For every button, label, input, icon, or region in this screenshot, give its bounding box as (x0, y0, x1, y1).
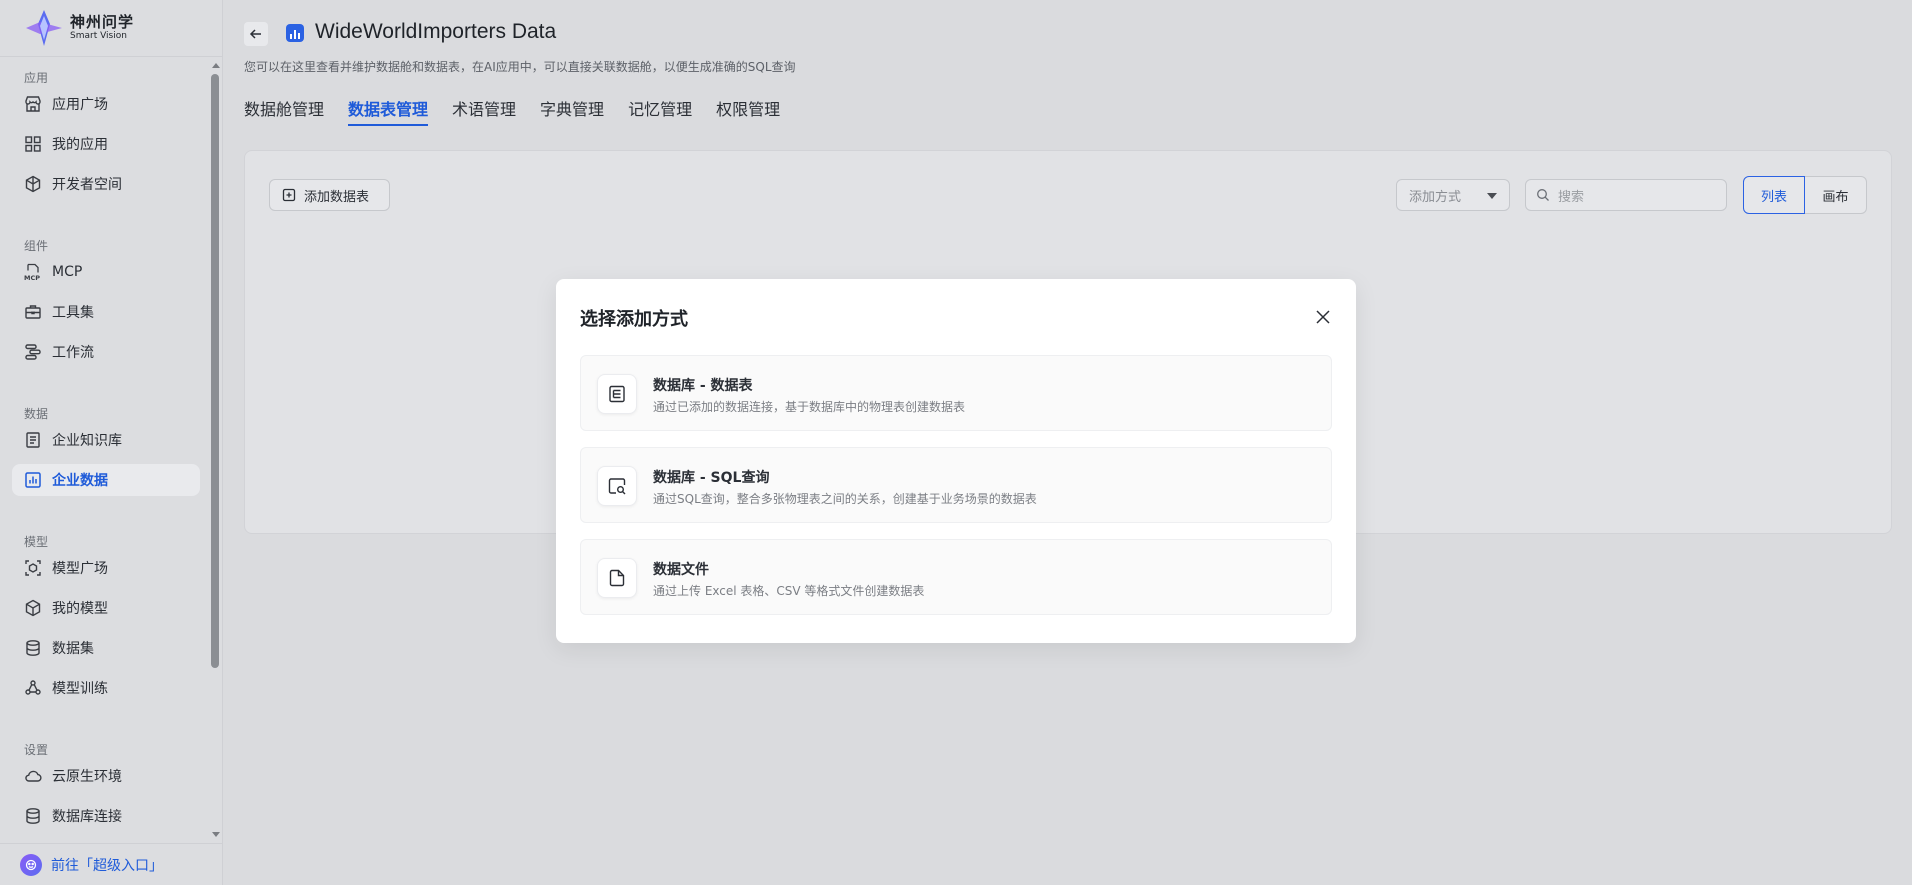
database-icon (26, 640, 40, 656)
db-connection-icon (26, 808, 40, 824)
add-mode-placeholder: 添加方式 (1409, 189, 1462, 205)
book-icon (26, 432, 40, 448)
grid-icon (25, 136, 41, 152)
search-input[interactable]: 搜索 (1525, 179, 1727, 211)
sidebar-item-my-models[interactable]: 我的模型 (12, 592, 200, 624)
sidebar-item-developer-space[interactable]: 开发者空间 (12, 168, 200, 200)
cube-cluster-icon (25, 175, 41, 193)
tab-terminology[interactable]: 术语管理 (452, 96, 516, 124)
sidebar-item-label: 数据集 (52, 641, 94, 657)
workflow-icon (25, 344, 41, 360)
tab-memory[interactable]: 记忆管理 (628, 96, 692, 124)
tab-permission[interactable]: 权限管理 (716, 96, 780, 124)
option-sql-query[interactable]: 数据库 - SQL查询 通过SQL查询，整合多张物理表之间的关系，创建基于业务场… (580, 447, 1332, 523)
scroll-up-arrow[interactable] (212, 63, 220, 68)
caret-down-icon (1487, 193, 1497, 199)
plus-square-icon (282, 188, 296, 202)
tab-dictionary[interactable]: 字典管理 (540, 96, 604, 124)
svg-text:MCP: MCP (24, 274, 40, 281)
section-title-data: 数据 (24, 407, 49, 421)
file-icon (597, 558, 637, 598)
option-db-table[interactable]: 数据库 - 数据表 通过已添加的数据连接，基于数据库中的物理表创建数据表 (580, 355, 1332, 431)
sidebar-item-cloud-native[interactable]: 云原生环境 (12, 760, 200, 792)
option-desc: 通过SQL查询，整合多张物理表之间的关系，创建基于业务场景的数据表 (653, 492, 1037, 506)
page-description: 您可以在这里查看并维护数据舱和数据表，在AI应用中，可以直接关联数据舱，以便生成… (244, 60, 796, 74)
bar-chart-icon (25, 472, 41, 488)
brand[interactable]: 神州问学 Smart Vision (0, 0, 222, 57)
add-method-dialog: 选择添加方式 数据库 - 数据表 通过已添加的数据连接，基于数据库中的物理表创建… (556, 279, 1356, 643)
sidebar-scrollbar-thumb[interactable] (211, 74, 219, 668)
sidebar-item-label: 应用广场 (52, 97, 108, 113)
view-list-button[interactable]: 列表 (1743, 176, 1805, 214)
option-title: 数据文件 (653, 562, 709, 578)
add-table-label: 添加数据表 (304, 189, 370, 205)
section-title-settings: 设置 (24, 743, 49, 757)
sidebar-item-label: 工作流 (52, 345, 94, 361)
sidebar: 神州问学 Smart Vision 应用 应用广场 我的应用 开发者空间 组件 … (0, 0, 223, 885)
table-list-icon (597, 374, 637, 414)
close-icon[interactable] (1315, 309, 1331, 325)
sidebar-item-knowledge-base[interactable]: 企业知识库 (12, 424, 200, 456)
sidebar-item-toolset[interactable]: 工具集 (12, 296, 200, 328)
option-desc: 通过已添加的数据连接，基于数据库中的物理表创建数据表 (653, 400, 966, 414)
sidebar-item-my-apps[interactable]: 我的应用 (12, 128, 200, 160)
page-title: WideWorldImporters Data (315, 20, 557, 43)
add-mode-select[interactable]: 添加方式 (1396, 179, 1510, 211)
dialog-title: 选择添加方式 (580, 309, 688, 330)
sidebar-item-datasets[interactable]: 数据集 (12, 632, 200, 664)
sidebar-item-label: 工具集 (52, 305, 94, 321)
search-icon (1537, 189, 1549, 201)
sidebar-item-app-square[interactable]: 应用广场 (12, 88, 200, 120)
brand-logo-icon (26, 10, 62, 46)
add-table-button[interactable]: 添加数据表 (269, 179, 390, 211)
cube-icon (25, 599, 41, 617)
tab-data-cabin[interactable]: 数据舱管理 (244, 96, 324, 124)
arrow-left-icon (249, 29, 261, 39)
sidebar-item-label: 模型广场 (52, 561, 108, 577)
search-placeholder: 搜索 (1558, 189, 1585, 205)
toolbox-icon (25, 305, 41, 319)
sidebar-item-label: 我的应用 (52, 137, 108, 153)
sidebar-item-label: 模型训练 (52, 681, 108, 697)
sidebar-item-enterprise-data[interactable]: 企业数据 (12, 464, 200, 496)
brand-name: 神州问学 (70, 12, 135, 31)
sidebar-item-label: 数据库连接 (52, 809, 122, 825)
sidebar-item-mcp[interactable]: MCP MCP (12, 256, 200, 288)
sidebar-nav: 应用 应用广场 我的应用 开发者空间 组件 MCP MCP 工具集 工作流 数据 (0, 58, 210, 842)
sidebar-item-label: 企业知识库 (52, 433, 122, 449)
sidebar-item-label: 企业数据 (52, 473, 108, 489)
data-chart-icon (286, 24, 304, 42)
back-button[interactable] (244, 22, 268, 46)
option-title: 数据库 - 数据表 (653, 378, 753, 394)
tab-data-table[interactable]: 数据表管理 (348, 96, 429, 126)
brand-sub: Smart Vision (70, 31, 127, 42)
view-canvas-button[interactable]: 画布 (1805, 176, 1867, 214)
sidebar-item-label: 云原生环境 (52, 769, 122, 785)
sidebar-item-label: MCP (52, 264, 83, 280)
model-square-icon (25, 560, 41, 576)
option-desc: 通过上传 Excel 表格、CSV 等格式文件创建数据表 (653, 584, 925, 598)
section-title-models: 模型 (24, 535, 49, 549)
sidebar-item-label: 我的模型 (52, 601, 108, 617)
super-entry-icon (20, 853, 42, 876)
scroll-down-arrow[interactable] (212, 832, 220, 837)
sidebar-item-model-training[interactable]: 模型训练 (12, 672, 200, 704)
view-toggle: 列表 画布 (1743, 176, 1867, 214)
cloud-icon (25, 770, 42, 782)
mcp-icon: MCP (24, 263, 40, 281)
sidebar-item-workflow[interactable]: 工作流 (12, 336, 200, 368)
section-title-components: 组件 (24, 239, 49, 253)
sql-search-icon (597, 466, 637, 506)
super-entry-link[interactable]: 前往「超级入口」 (0, 843, 222, 885)
sidebar-item-db-connection[interactable]: 数据库连接 (12, 800, 200, 832)
training-icon (25, 680, 41, 695)
super-entry-label: 前往「超级入口」 (51, 857, 163, 874)
sidebar-item-label: 开发者空间 (52, 177, 122, 193)
store-icon (25, 96, 41, 112)
option-title: 数据库 - SQL查询 (653, 470, 770, 486)
sidebar-item-model-square[interactable]: 模型广场 (12, 552, 200, 584)
tab-bar: 数据舱管理 数据表管理 术语管理 字典管理 记忆管理 权限管理 (244, 96, 780, 126)
section-title-apps: 应用 (24, 71, 49, 85)
option-data-file[interactable]: 数据文件 通过上传 Excel 表格、CSV 等格式文件创建数据表 (580, 539, 1332, 615)
